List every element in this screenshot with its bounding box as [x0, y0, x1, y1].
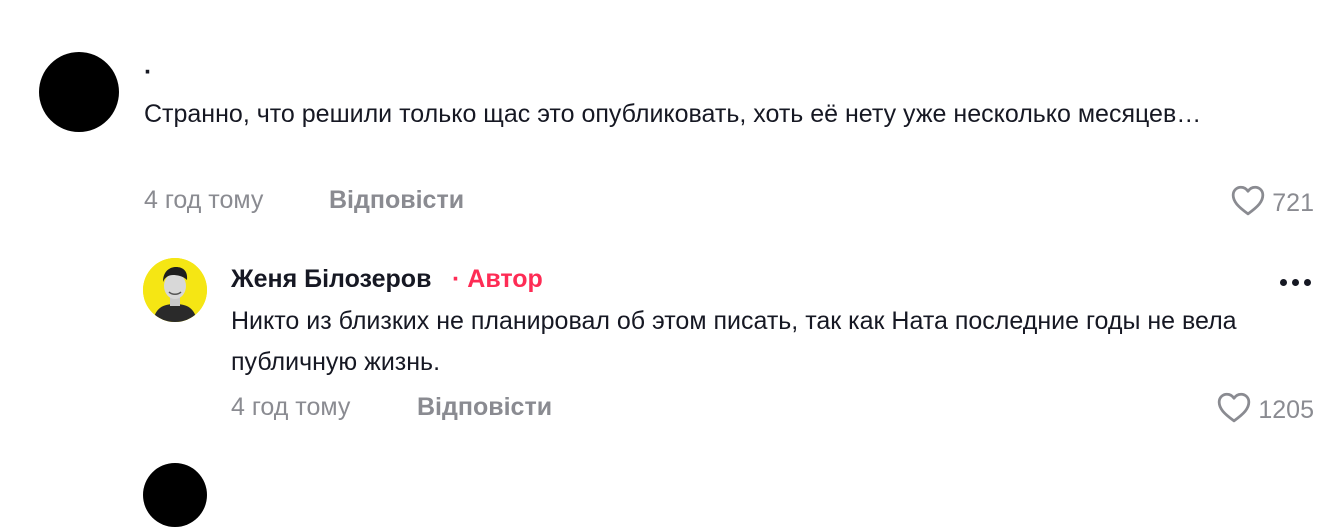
comment-username[interactable]: · — [144, 58, 152, 87]
heart-outline-icon — [1230, 184, 1272, 223]
like-button[interactable]: 721 — [1230, 184, 1314, 223]
reply-button[interactable]: Відповісти — [329, 186, 464, 215]
avatar[interactable] — [39, 52, 119, 132]
reply-button[interactable]: Відповісти — [417, 393, 552, 422]
like-count: 721 — [1272, 189, 1314, 217]
reply-timestamp: 4 год тому — [231, 393, 351, 421]
reply-text: Никто из близких не планировал об этом п… — [231, 307, 1237, 376]
more-dots-icon[interactable] — [1280, 279, 1311, 286]
avatar[interactable] — [143, 258, 207, 322]
avatar[interactable] — [143, 463, 207, 527]
heart-outline-icon — [1216, 391, 1258, 430]
like-count: 1205 — [1258, 396, 1314, 424]
reply-username[interactable]: Женя Білозеров — [231, 265, 431, 294]
author-photo-icon — [143, 258, 207, 322]
comment-timestamp: 4 год тому — [144, 186, 264, 214]
comment-text: Странно, что решили только щас это опубл… — [144, 100, 1202, 128]
like-button[interactable]: 1205 — [1216, 391, 1314, 430]
author-badge: · Автор — [452, 265, 543, 293]
